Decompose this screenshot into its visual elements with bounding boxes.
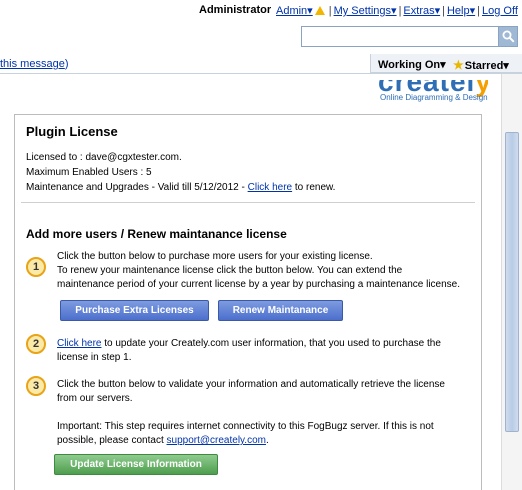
panel-title: Plugin License <box>26 124 118 139</box>
update-license-information-button[interactable]: Update License Information <box>54 454 218 475</box>
admin-menu-link[interactable]: Admin▾ <box>276 5 313 17</box>
maintenance-prefix: Maintenance and Upgrades - Valid till 5/… <box>26 182 248 193</box>
user-name: Administrator <box>199 4 272 16</box>
tab-working-on[interactable]: Working On▾ <box>378 58 446 71</box>
search-input[interactable] <box>302 27 498 46</box>
licensed-to-text: Licensed to : dave@cgxtester.com. <box>26 152 182 163</box>
top-nav-links: Admin▾ | My Settings▾ | Extras▾ | Help▾ | Log Of… <box>276 4 518 17</box>
support-email-link[interactable]: support@creately.com <box>167 435 266 446</box>
nav-separator: | <box>442 5 445 17</box>
header-divider <box>0 73 522 74</box>
add-users-title: Add more users / Renew maintanance licen… <box>26 227 287 241</box>
creately-logo: creately Online Diagramming & Design <box>378 80 488 104</box>
star-icon: ★ <box>453 58 464 72</box>
renew-click-here-link[interactable]: Click here <box>248 182 292 193</box>
step-1-line-1: Click the button below to purchase more … <box>57 251 373 262</box>
search-icon <box>502 30 515 43</box>
step-1-text: Click the button below to purchase more … <box>57 250 460 292</box>
logo-tagline: Online Diagramming & Design <box>380 93 488 102</box>
step-3-line-4: possible, please contact support@createl… <box>57 434 434 448</box>
my-settings-menu-link[interactable]: My Settings▾ <box>334 5 397 17</box>
search-box <box>301 26 518 47</box>
tab-starred-label: Starred▾ <box>464 60 509 72</box>
renew-maintenance-button[interactable]: Renew Maintanance <box>218 300 343 321</box>
notice-link[interactable]: this message <box>0 58 65 70</box>
nav-separator: | <box>477 5 480 17</box>
step-3-line-4-prefix: possible, please contact <box>57 435 167 446</box>
purchase-extra-licenses-button[interactable]: Purchase Extra Licenses <box>60 300 209 321</box>
tab-area: Working On▾ ★Starred▾ <box>370 54 522 73</box>
tab-starred[interactable]: ★Starred▾ <box>453 58 509 72</box>
help-menu-link[interactable]: Help▾ <box>447 5 475 17</box>
step-3-line-3: Important: This step requires internet c… <box>57 421 434 432</box>
maintenance-suffix: to renew. <box>292 182 336 193</box>
step-3-line-4-suffix: . <box>265 435 269 446</box>
log-off-link[interactable]: Log Off <box>482 5 518 17</box>
section-divider <box>21 202 475 203</box>
scrollbar-thumb[interactable] <box>505 132 519 432</box>
maintenance-text: Maintenance and Upgrades - Valid till 5/… <box>26 182 335 193</box>
vertical-scrollbar[interactable] <box>501 74 522 490</box>
step-2-line-1-rest: to update your Creately.com user informa… <box>101 338 441 349</box>
step-1-badge: 1 <box>26 257 46 277</box>
warning-icon[interactable] <box>314 6 325 15</box>
nav-separator: | <box>398 5 402 17</box>
nav-separator: | <box>328 5 332 17</box>
extras-menu-link[interactable]: Extras▾ <box>403 5 440 17</box>
step-3-line-1: Click the button below to validate your … <box>57 379 445 390</box>
step-3-text: Click the button below to validate your … <box>57 378 445 406</box>
search-button[interactable] <box>498 27 517 46</box>
top-nav-bar: Administrator Admin▾ | My Settings▾ | Extras… <box>0 0 522 20</box>
step-2-line-1: Click here to update your Creately.com u… <box>57 337 441 351</box>
max-users-text: Maximum Enabled Users : 5 <box>26 167 152 178</box>
step-1-line-2: To renew your maintenance license click … <box>57 265 403 276</box>
step-3-important-text: Important: This step requires internet c… <box>57 420 434 448</box>
update-info-click-here-link[interactable]: Click here <box>57 338 101 349</box>
notice-close-paren: ) <box>64 58 69 70</box>
plugin-license-panel: Plugin License Licensed to : dave@cgxtes… <box>14 114 482 490</box>
step-1-line-3: maintenance period of your current licen… <box>57 279 461 290</box>
notice-message: this message) <box>0 58 68 70</box>
step-2-line-2: license in step 1. <box>57 352 132 363</box>
step-3-line-2: from our servers. <box>57 393 133 404</box>
step-3-badge: 3 <box>26 376 46 396</box>
step-2-badge: 2 <box>26 334 46 354</box>
step-2-text: Click here to update your Creately.com u… <box>57 337 441 365</box>
